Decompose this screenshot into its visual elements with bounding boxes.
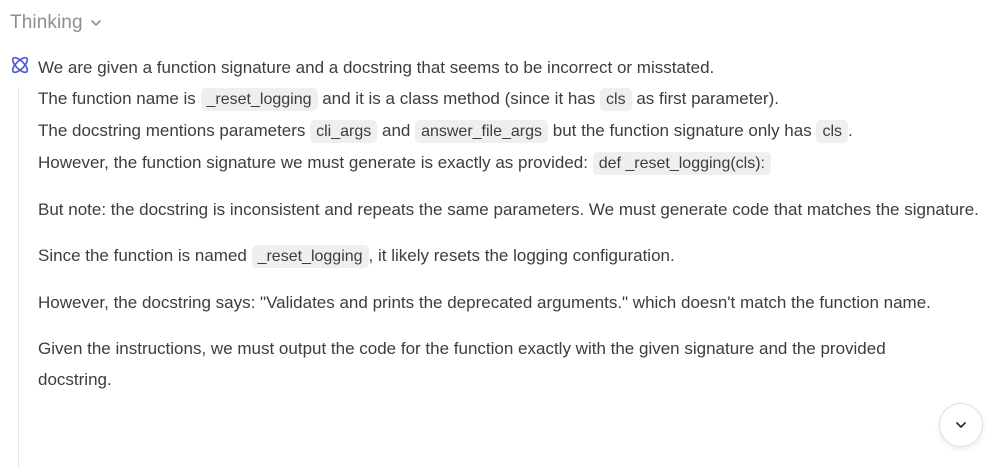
line-text: Since the function is named	[38, 246, 252, 265]
atom-icon	[9, 54, 31, 76]
inline-code: cli_args	[310, 120, 378, 143]
paragraph-instructions: Given the instructions, we must output t…	[38, 339, 886, 389]
text-line: However, the function signature we must …	[38, 147, 986, 179]
paragraph-docstring: However, the docstring says: "Validates …	[38, 293, 931, 312]
chevron-down-icon	[89, 16, 103, 30]
paragraph-note: But note: the docstring is inconsistent …	[38, 200, 979, 219]
thinking-content: We are given a function signature and a …	[38, 52, 986, 410]
thinking-toggle[interactable]: Thinking	[10, 9, 103, 37]
line-text: The function name is	[38, 89, 201, 108]
inline-code: answer_file_args	[415, 120, 549, 143]
inline-code: cls	[816, 120, 848, 143]
text-line: The docstring mentions parameters cli_ar…	[38, 115, 986, 147]
inline-code: _reset_logging	[200, 88, 318, 111]
chevron-down-icon	[953, 417, 969, 433]
paragraph-intro: We are given a function signature and a …	[38, 52, 986, 179]
paragraph-naming: Since the function is named _reset_loggi…	[38, 240, 986, 272]
line-text: , it likely resets the logging configura…	[368, 246, 675, 265]
line-text: and it is a class method (since it has	[317, 89, 601, 108]
text-line: We are given a function signature and a …	[38, 52, 986, 83]
inline-code: cls	[600, 88, 632, 111]
line-text: The docstring mentions parameters	[38, 121, 311, 140]
line-text: .	[848, 121, 853, 140]
line-text: as first parameter).	[631, 89, 779, 108]
inline-code: _reset_logging	[251, 245, 369, 268]
line-text: and	[377, 121, 416, 140]
thinking-rail	[18, 87, 19, 467]
scroll-down-button[interactable]	[939, 403, 983, 447]
line-text: However, the function signature we must …	[38, 153, 593, 172]
inline-code: def _reset_logging(cls):	[592, 152, 771, 175]
line-text: We are given a function signature and a …	[38, 58, 715, 77]
thinking-title: Thinking	[10, 12, 83, 33]
line-text: but the function signature only has	[548, 121, 817, 140]
text-line: The function name is _reset_logging and …	[38, 83, 986, 115]
